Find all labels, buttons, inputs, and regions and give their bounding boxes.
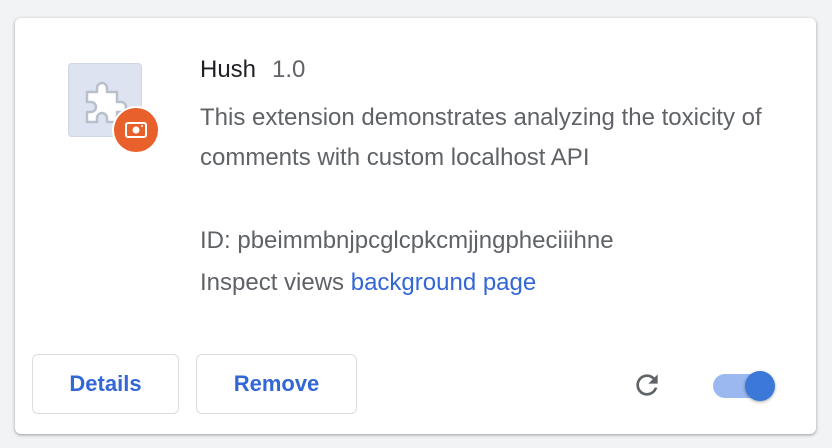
extension-version: 1.0 xyxy=(272,56,306,83)
extension-id-value: pbeimmbnjpcglcpkcmjjngpheciiihne xyxy=(237,227,614,254)
extension-description: This extension demonstrates analyzing th… xyxy=(200,104,762,171)
extension-card: Hush 1.0 This extension demonstrates ana… xyxy=(15,18,816,434)
extension-name: Hush xyxy=(200,56,257,83)
extension-icon-group xyxy=(68,63,162,157)
extension-id-label: ID: xyxy=(200,227,231,254)
enable-toggle[interactable] xyxy=(713,371,777,401)
toggle-knob xyxy=(745,371,775,401)
extension-id: ID: pbeimmbnjpcglcpkcmjjngpheciiihne xyxy=(200,227,614,255)
inspect-views-label: Inspect views xyxy=(200,269,345,296)
extension-title-row: Hush 1.0 xyxy=(200,56,305,84)
camera-icon xyxy=(114,108,158,152)
reload-icon[interactable] xyxy=(631,369,663,401)
remove-button[interactable]: Remove xyxy=(196,354,357,414)
details-button[interactable]: Details xyxy=(32,354,179,414)
inspect-views: Inspect views background page xyxy=(200,269,536,297)
background-page-link[interactable]: background page xyxy=(351,269,536,296)
